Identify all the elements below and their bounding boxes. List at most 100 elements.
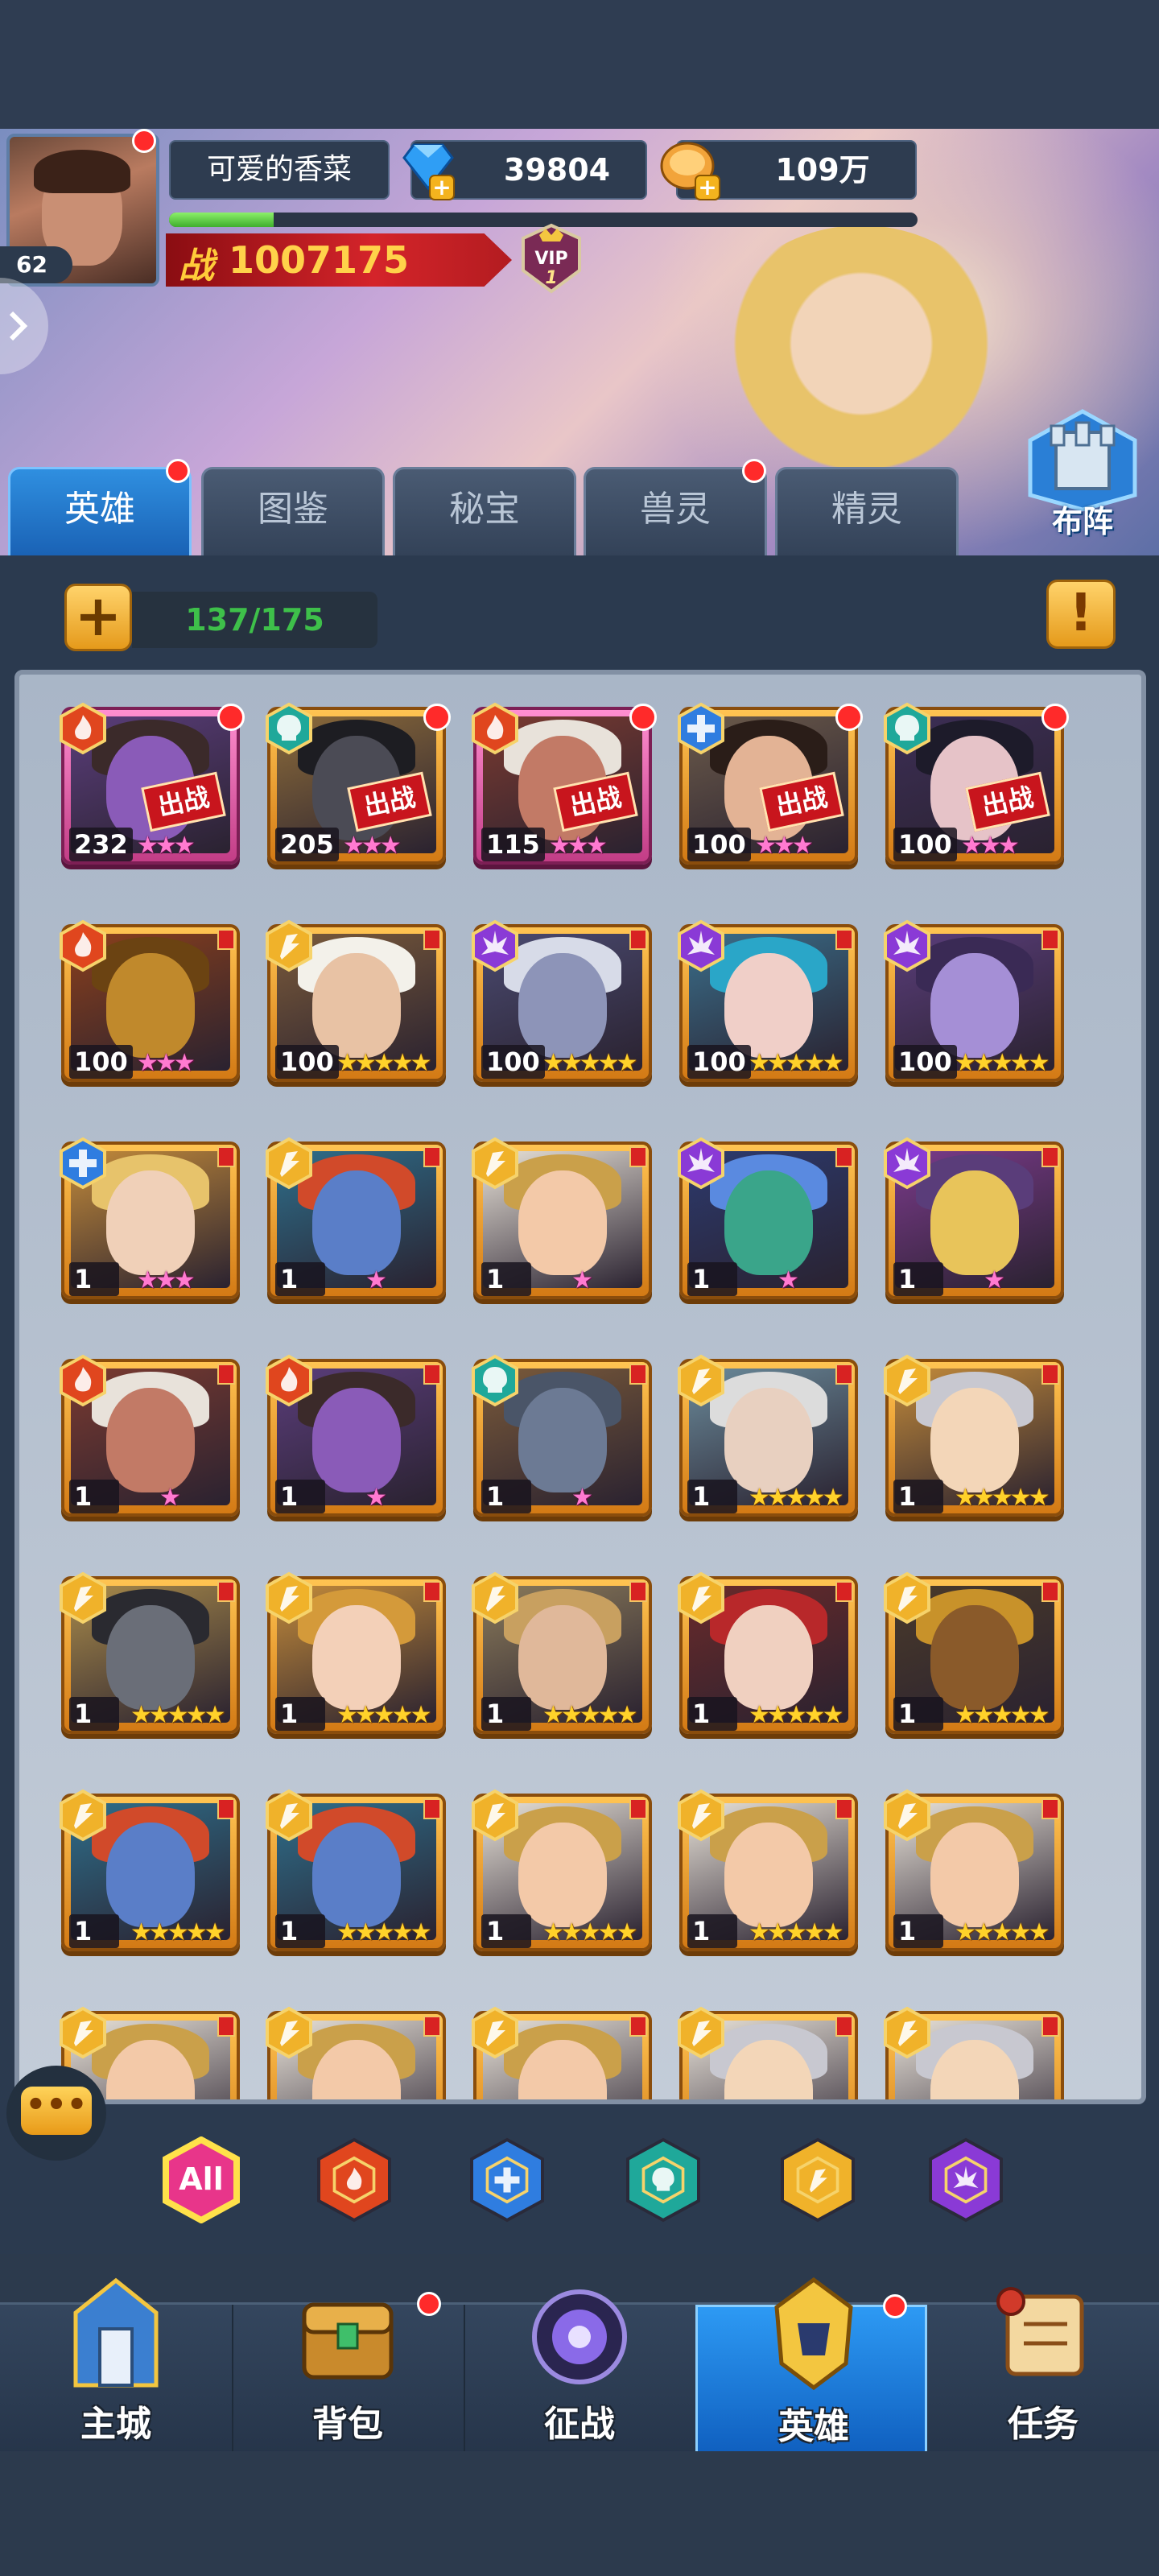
shadow-faction-icon <box>472 919 518 972</box>
tab-label: 图鉴 <box>258 489 328 530</box>
filter-fire[interactable] <box>311 2136 398 2223</box>
nav-castle[interactable]: 主城 <box>0 2277 233 2454</box>
hero-face <box>312 1388 401 1492</box>
nav-hero-helmet[interactable]: 英雄 <box>695 2277 927 2454</box>
tab-codex[interactable]: 图鉴 <box>201 467 385 555</box>
nav-scroll[interactable]: 任务 <box>927 2287 1159 2454</box>
hero-card[interactable]: 100 ★★★★★ <box>678 919 858 1095</box>
hero-card[interactable] <box>472 2006 652 2099</box>
expand-slots-button[interactable]: + <box>64 584 132 651</box>
diamond-counter[interactable]: + 39804 <box>402 140 647 200</box>
hero-face <box>518 1388 607 1492</box>
hero-faction-badge <box>468 919 522 972</box>
hero-card[interactable]: 1 ★ <box>884 1137 1064 1312</box>
hero-card[interactable]: 100 ★★★★★ <box>472 919 652 1095</box>
hero-card[interactable]: 1 ★★★★★ <box>266 1789 446 1964</box>
hero-flag-icon <box>835 1581 853 1602</box>
hero-level: 1 <box>893 1697 943 1731</box>
player-name[interactable]: 可爱的香菜 <box>169 140 390 200</box>
tab-treasure[interactable]: 秘宝 <box>393 467 576 555</box>
hero-faction-badge <box>674 1789 728 1842</box>
bottom-safe-area <box>0 2451 1159 2576</box>
filter-all[interactable]: All <box>158 2136 245 2224</box>
hero-card[interactable] <box>678 2006 858 2099</box>
hero-level: 1 <box>69 1262 119 1296</box>
shadow-faction-icon <box>678 1137 724 1190</box>
hero-card[interactable]: 1 ★★★★★ <box>266 1571 446 1747</box>
hero-card[interactable]: 出战 100 ★★★ <box>678 702 863 877</box>
hero-card[interactable]: 1 ★ <box>266 1354 446 1530</box>
nav-portal[interactable]: 征战 <box>464 2289 697 2454</box>
hero-flag-icon <box>835 1798 853 1819</box>
hero-card[interactable] <box>266 2006 446 2099</box>
hero-card[interactable]: 1 ★ <box>60 1354 240 1530</box>
info-button[interactable]: ! <box>1046 580 1116 649</box>
hero-face <box>106 953 195 1058</box>
hero-card[interactable]: 1 ★★★★★ <box>472 1789 652 1964</box>
hero-flag-icon <box>1041 1146 1059 1167</box>
hero-card[interactable]: 1 ★ <box>266 1137 446 1312</box>
hero-level: 1 <box>893 1262 943 1296</box>
hero-level: 205 <box>275 828 339 861</box>
bottom-navigation: 主城 背包 征战 英雄 任务 <box>0 2277 1159 2454</box>
nav-treasure-chest[interactable]: 背包 <box>232 2292 465 2454</box>
hero-card[interactable]: 1 ★★★★★ <box>678 1789 858 1964</box>
tab-elf[interactable]: 精灵 <box>775 467 959 555</box>
fire-filter-icon <box>317 2137 391 2223</box>
light-faction-icon <box>266 1571 312 1624</box>
hero-card[interactable]: 1 ★★★★★ <box>472 1571 652 1747</box>
filter-shadow[interactable] <box>922 2136 1009 2223</box>
hero-card[interactable]: 1 ★★★★★ <box>678 1354 858 1530</box>
hero-star-rating: ★★★★★ <box>336 1049 432 1077</box>
gold-add-icon[interactable]: + <box>658 138 726 203</box>
portal-icon <box>532 2289 627 2384</box>
hero-face <box>518 1823 607 1927</box>
hero-card[interactable]: 出战 115 ★★★ <box>472 702 657 877</box>
tab-heroes[interactable]: 英雄 <box>8 467 192 555</box>
hero-face <box>518 953 607 1058</box>
diamond-add-icon[interactable]: + <box>396 140 460 201</box>
hero-card[interactable]: 1 ★ <box>678 1137 858 1312</box>
power-value: 1007175 <box>229 238 410 282</box>
hero-star-rating: ★★★★★ <box>542 1918 638 1946</box>
hero-card[interactable]: 1 ★★★★★ <box>60 1789 240 1964</box>
vip-badge-icon[interactable]: VIP 1 <box>515 222 588 295</box>
hero-card[interactable]: 1 ★★★ <box>60 1137 240 1312</box>
hero-flag-icon <box>835 1364 853 1385</box>
hero-card[interactable]: 出战 232 ★★★ <box>60 702 245 877</box>
light-faction-icon <box>884 1354 930 1407</box>
hero-level: 1 <box>275 1697 325 1731</box>
hero-star-rating: ★★★★★ <box>749 1918 844 1946</box>
gold-counter[interactable]: + 109万 <box>660 140 917 200</box>
hero-card[interactable]: 出战 205 ★★★ <box>266 702 451 877</box>
hero-card[interactable]: 1 ★ <box>472 1354 652 1530</box>
filter-storm[interactable] <box>464 2136 551 2223</box>
vip-label: VIP <box>534 249 567 269</box>
light-faction-icon <box>60 2006 106 2059</box>
hero-card[interactable]: 100 ★★★ <box>60 919 240 1095</box>
filter-undead[interactable] <box>620 2136 707 2223</box>
hero-face <box>724 1605 813 1710</box>
tab-beast-spirit[interactable]: 兽灵 <box>584 467 767 555</box>
hero-star-rating: ★★★★★ <box>542 1701 638 1729</box>
hero-card[interactable]: 1 ★★★★★ <box>60 1571 240 1747</box>
hero-faction-badge <box>881 919 934 972</box>
hero-faction-badge <box>56 2006 109 2059</box>
filter-light[interactable] <box>774 2136 861 2223</box>
hero-card[interactable]: 100 ★★★★★ <box>884 919 1064 1095</box>
hero-card[interactable]: 1 ★★★★★ <box>884 1354 1064 1530</box>
hero-card[interactable]: 出战 100 ★★★ <box>884 702 1069 877</box>
top-bar <box>0 0 1159 129</box>
hero-star-rating: ★★★ <box>755 832 814 860</box>
hero-card[interactable]: 1 ★★★★★ <box>884 1571 1064 1747</box>
hero-card[interactable]: 1 ★★★★★ <box>884 1789 1064 1964</box>
undead-faction-icon <box>472 1354 518 1407</box>
hero-card[interactable]: 1 ★ <box>472 1137 652 1312</box>
hero-card[interactable]: 100 ★★★★★ <box>266 919 446 1095</box>
hero-faction-badge <box>881 1354 934 1407</box>
hero-star-rating: ★ <box>159 1484 181 1512</box>
hero-flag-icon <box>217 1798 235 1819</box>
hero-card[interactable]: 1 ★★★★★ <box>678 1571 858 1747</box>
side-expand-arrow[interactable] <box>0 278 48 374</box>
hero-card[interactable] <box>884 2006 1064 2099</box>
